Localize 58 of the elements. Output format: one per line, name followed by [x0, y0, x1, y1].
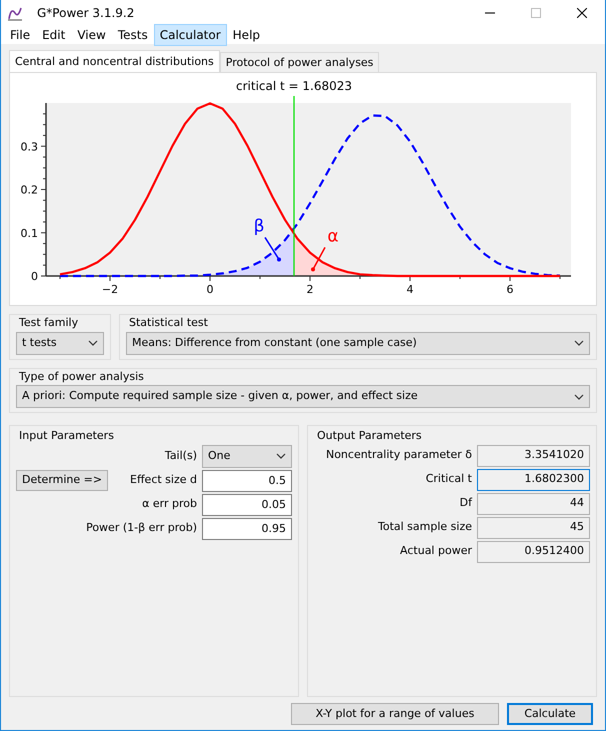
y-tick-label: 0: [31, 270, 38, 283]
group-label: Type of power analysis: [18, 370, 145, 384]
group-label: Test family: [18, 316, 80, 330]
maximize-icon: [531, 8, 541, 18]
input-field[interactable]: 0.5: [202, 470, 292, 492]
field-label: Noncentrality parameter δ: [326, 447, 472, 464]
window-title: G*Power 3.1.9.2: [37, 5, 136, 22]
determine-button[interactable]: Determine =>: [16, 470, 108, 491]
x-tick-label: 2: [306, 283, 314, 296]
menu-item[interactable]: Help: [226, 24, 266, 46]
field-label: Effect size d: [130, 472, 197, 488]
menu-item[interactable]: Calculator: [154, 24, 227, 46]
field-label: Total sample size: [378, 519, 472, 536]
dropdown[interactable]: Means: Difference from constant (one sample case): [126, 332, 590, 354]
field-label: Actual power: [400, 543, 472, 560]
x-tick-label: 6: [506, 283, 514, 296]
menu-item[interactable]: File: [4, 24, 36, 46]
x-tick-label: 0: [206, 283, 214, 296]
leader-line: [311, 247, 326, 272]
chevron-down-icon: [276, 453, 286, 459]
chart-title: critical t = 1.68023: [236, 79, 352, 93]
output-field[interactable]: 1.6802300: [477, 468, 590, 490]
output-field[interactable]: 3.3541020: [477, 444, 590, 466]
output-field[interactable]: 45: [477, 516, 590, 538]
chevron-down-icon: [88, 340, 98, 346]
y-tick-label: 0.2: [20, 184, 38, 196]
input-field[interactable]: 0.95: [202, 518, 292, 540]
plot-button[interactable]: X-Y plot for a range of values: [291, 703, 499, 725]
chevron-down-icon: [574, 340, 584, 346]
group-title: Output Parameters: [316, 429, 423, 443]
field-label: Power (1-β err prob): [86, 520, 197, 536]
output-field[interactable]: 44: [477, 492, 590, 514]
close-icon: [577, 8, 587, 18]
dropdown[interactable]: A priori: Compute required sample size - given α, power, and effect size: [16, 385, 590, 408]
input-field[interactable]: 0.05: [202, 494, 292, 516]
dropdown[interactable]: t tests: [16, 332, 104, 354]
app-icon: [7, 5, 23, 21]
x-tick-label: −2: [102, 283, 118, 296]
field-label: Df: [460, 495, 472, 512]
field-label: Tail(s): [164, 448, 197, 464]
menu-item[interactable]: Tests: [112, 24, 154, 46]
y-tick-label: 0.3: [20, 140, 38, 154]
calculate-button[interactable]: Calculate: [507, 703, 593, 725]
tab[interactable]: Central and noncentral distributions: [9, 50, 220, 72]
field-label: α err prob: [142, 496, 197, 512]
dropdown[interactable]: One: [202, 444, 292, 468]
menu-item[interactable]: Edit: [36, 24, 72, 46]
output-field[interactable]: 0.9512400: [477, 540, 590, 562]
menu-item[interactable]: View: [71, 24, 112, 46]
field-label: Critical t: [426, 471, 472, 488]
x-tick-label: 4: [406, 283, 414, 296]
group-title: Input Parameters: [18, 429, 115, 443]
tab[interactable]: Protocol of power analyses: [220, 52, 380, 72]
y-tick-label: 0.1: [20, 226, 38, 240]
chevron-down-icon: [574, 394, 584, 400]
beta-label: β: [254, 216, 264, 236]
leader-line: [264, 237, 281, 262]
alpha-label: α: [327, 226, 339, 246]
